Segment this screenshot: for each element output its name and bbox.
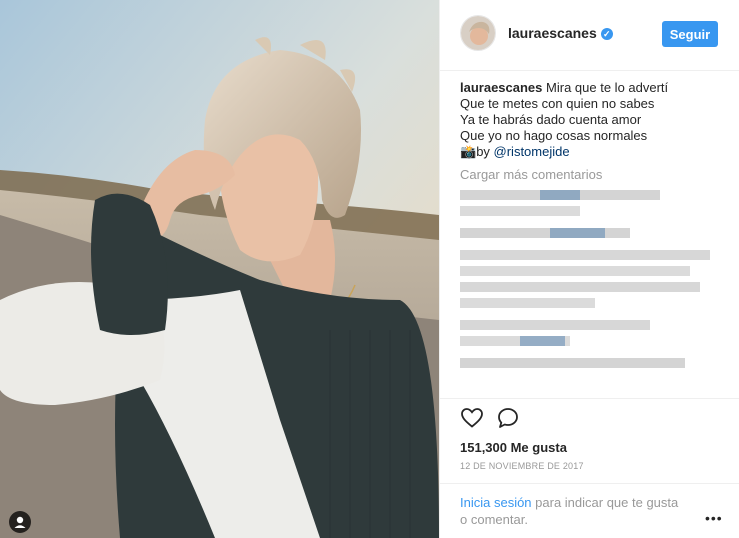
verified-badge-icon: ✓ <box>600 28 613 40</box>
post-photo[interactable] <box>0 0 439 538</box>
instagram-post: lauraescanes ✓ Seguir lauraescanes Mira q… <box>0 0 739 538</box>
login-prompt: Inicia sesión para indicar que te gusta … <box>460 494 705 528</box>
comment-button[interactable] <box>496 406 520 430</box>
more-options-icon[interactable]: ••• <box>705 510 723 526</box>
caption-text-1: Mira que te lo advertí <box>546 80 669 95</box>
heart-icon <box>461 408 483 428</box>
post-header: lauraescanes ✓ Seguir <box>440 0 739 71</box>
post-date[interactable]: 12 DE NOVIEMBRE DE 2017 <box>460 461 584 471</box>
follow-button[interactable]: Seguir <box>662 21 718 47</box>
caption-line-1: lauraescanes Mira que te lo advertí <box>460 80 722 96</box>
caption-line-3: Ya te habrás dado cuenta amor <box>460 112 642 127</box>
like-count[interactable]: 151,300 Me gusta <box>460 440 567 455</box>
user-tag-icon[interactable] <box>9 511 31 533</box>
caption-username[interactable]: lauraescanes <box>460 80 542 95</box>
caption-line-5: 📸by @ristomejide <box>460 144 722 160</box>
username-link[interactable]: lauraescanes ✓ <box>508 25 613 41</box>
divider <box>440 398 739 399</box>
mention-link[interactable]: @ristomejide <box>494 144 570 159</box>
like-button[interactable] <box>460 406 484 430</box>
post-sidebar: lauraescanes ✓ Seguir lauraescanes Mira q… <box>439 0 739 538</box>
username-text: lauraescanes <box>508 25 597 41</box>
post-image <box>0 0 439 538</box>
post-caption: lauraescanes Mira que te lo advertí Que … <box>460 80 722 160</box>
camera-emoji: 📸 <box>460 144 477 159</box>
divider <box>440 483 739 484</box>
pixelated-comments <box>460 190 710 368</box>
avatar-image <box>461 16 495 50</box>
caption-line-2: Que te metes con quien no sabes <box>460 96 655 111</box>
login-link[interactable]: Inicia sesión <box>460 495 532 510</box>
caption-credit-prefix: by <box>476 144 494 159</box>
load-more-comments[interactable]: Cargar más comentarios <box>460 167 602 182</box>
avatar[interactable] <box>460 15 496 51</box>
login-prompt-text-2: o comentar. <box>460 512 528 527</box>
comment-icon <box>498 408 518 428</box>
caption-line-4: Que yo no hago cosas normales <box>460 128 648 143</box>
person-icon <box>14 516 26 528</box>
login-prompt-text-1: para indicar que te gusta <box>531 495 679 510</box>
